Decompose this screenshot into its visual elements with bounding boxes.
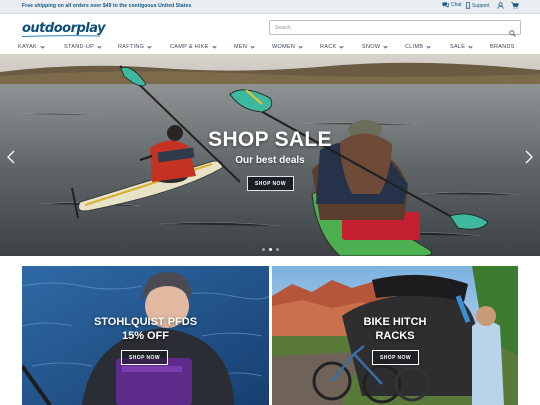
support-link[interactable]: Support: [466, 2, 490, 9]
shipping-banner[interactable]: Free shipping on all orders over $49 to …: [22, 3, 191, 9]
chat-link[interactable]: Chat: [442, 2, 462, 8]
hero-shop-now-button[interactable]: SHOP NOW: [247, 176, 294, 191]
promo-title-line2: RACKS: [375, 330, 415, 342]
nav-item-snow[interactable]: SNOW: [362, 44, 388, 50]
chevron-down-icon: [212, 44, 217, 49]
cart-icon: [511, 2, 519, 9]
logo-swoosh: [22, 35, 100, 37]
cart-button[interactable]: [511, 2, 519, 9]
nav-item-men[interactable]: MEN: [234, 44, 255, 50]
nav-item-brands[interactable]: BRANDS: [490, 44, 515, 50]
carousel-dot-active[interactable]: [269, 248, 272, 251]
utility-bar: Free shipping on all orders over $49 to …: [0, 0, 540, 14]
nav-item-women[interactable]: WOMEN: [272, 44, 303, 50]
chevron-down-icon: [250, 44, 255, 49]
hero-banner[interactable]: SHOP SALE Our best deals SHOP NOW: [0, 54, 540, 256]
hero-title: SHOP SALE: [208, 128, 332, 151]
chevron-down-icon: [426, 44, 431, 49]
chevron-right-icon[interactable]: [524, 150, 534, 164]
chevron-down-icon: [147, 44, 152, 49]
promo-shop-now-button[interactable]: SHOP NOW: [121, 350, 168, 365]
carousel-dot[interactable]: [276, 248, 279, 251]
phone-icon: [466, 2, 470, 9]
support-label: Support: [472, 2, 490, 9]
nav-item-rafting[interactable]: RAFTING: [118, 44, 152, 50]
chat-icon: [442, 2, 449, 8]
chevron-down-icon: [298, 44, 303, 49]
nav-item-climb[interactable]: CLIMB: [405, 44, 431, 50]
chevron-down-icon: [97, 44, 102, 49]
promo-title-line1: STOHLQUIST PFDS: [93, 316, 198, 328]
promo-title-line2: 15% OFF: [121, 330, 170, 342]
nav-item-sale[interactable]: SALE: [450, 44, 473, 50]
nav-item-stand-up[interactable]: STAND-UP: [64, 44, 102, 50]
user-icon: [497, 2, 504, 9]
chevron-down-icon: [40, 44, 45, 49]
logo[interactable]: outdoorplay: [22, 21, 106, 36]
search-box[interactable]: Search: [269, 20, 521, 37]
promo-shop-now-button[interactable]: SHOP NOW: [372, 350, 419, 365]
account-button[interactable]: [497, 2, 504, 9]
nav-item-camp-hike[interactable]: CAMP & HIKE: [170, 44, 217, 50]
search-input[interactable]: Search: [275, 25, 291, 31]
promo-tile-bike-racks[interactable]: BIKE HITCH RACKS SHOP NOW: [272, 266, 518, 405]
nav-item-kayak[interactable]: KAYAK: [18, 44, 45, 50]
site-header: outdoorplay Search: [0, 14, 540, 42]
chat-label: Chat: [451, 2, 462, 8]
carousel-dot[interactable]: [262, 248, 265, 251]
main-nav: KAYAK STAND-UP RAFTING CAMP & HIKE MEN W…: [0, 42, 540, 54]
nav-item-rack[interactable]: RACK: [320, 44, 345, 50]
promo-title-line1: BIKE HITCH: [363, 316, 427, 328]
chevron-down-icon: [468, 44, 473, 49]
chevron-down-icon: [383, 44, 388, 49]
promo-tile-stohlquist[interactable]: STOHLQUIST PFDS 15% OFF SHOP NOW: [22, 266, 269, 405]
carousel-dots: [262, 248, 279, 251]
search-icon[interactable]: [509, 24, 516, 42]
chevron-down-icon: [339, 44, 345, 49]
chevron-left-icon[interactable]: [6, 150, 16, 164]
hero-subtitle: Our best deals: [235, 155, 305, 166]
